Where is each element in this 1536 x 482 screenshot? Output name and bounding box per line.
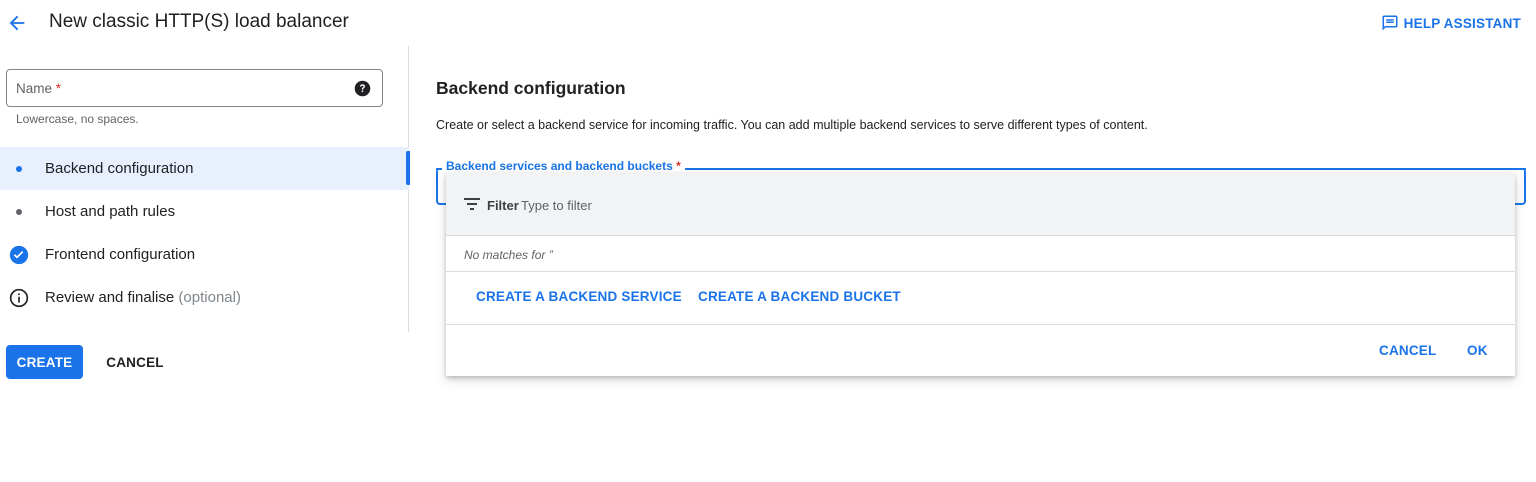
page-header: New classic HTTP(S) load balancer HELP A… (0, 0, 1536, 46)
info-icon (9, 288, 29, 307)
cancel-button[interactable]: CANCEL (95, 345, 175, 379)
dot-icon (9, 202, 29, 222)
create-backend-service-button[interactable]: CREATE A BACKEND SERVICE (476, 289, 682, 304)
arrow-left-icon[interactable] (6, 12, 28, 34)
section-description: Create or select a backend service for i… (436, 118, 1148, 132)
help-icon[interactable] (354, 80, 371, 97)
filter-label: Filter (487, 198, 519, 213)
name-hint: Lowercase, no spaces. (16, 112, 139, 126)
help-assistant-button[interactable]: HELP ASSISTANT (1381, 13, 1521, 33)
dropdown-cancel-button[interactable]: CANCEL (1379, 343, 1436, 358)
step-frontend-configuration[interactable]: Frontend configuration (0, 233, 409, 276)
select-outline-top (685, 168, 1526, 170)
create-backend-bucket-button[interactable]: CREATE A BACKEND BUCKET (698, 289, 901, 304)
dot-icon (9, 159, 29, 179)
step-host-and-path-rules[interactable]: Host and path rules (0, 190, 409, 233)
dropdown-ok-button[interactable]: OK (1467, 343, 1488, 358)
filter-icon (464, 198, 480, 210)
page-title: New classic HTTP(S) load balancer (49, 11, 349, 32)
divider (446, 271, 1515, 272)
step-backend-configuration[interactable]: Backend configuration (0, 147, 410, 190)
optional-label: (optional) (178, 289, 241, 306)
left-panel: Name * Lowercase, no spaces. Backend con… (0, 46, 410, 332)
step-label: Frontend configuration (45, 246, 196, 263)
help-assistant-label: HELP ASSISTANT (1403, 15, 1521, 31)
filter-bar: Filter (446, 173, 1515, 236)
name-field[interactable]: Name * (6, 69, 383, 107)
filter-input[interactable] (521, 194, 1121, 216)
required-mark: * (55, 81, 62, 96)
step-label: Host and path rules (45, 203, 176, 220)
create-button[interactable]: CREATE (6, 345, 83, 379)
step-review-and-finalise[interactable]: Review and finalise (optional) (0, 276, 409, 319)
select-outline-top (436, 168, 442, 170)
section-title: Backend configuration (436, 78, 626, 98)
check-circle-icon (9, 245, 29, 264)
step-label: Review and finalise (optional) (45, 289, 241, 306)
divider (446, 324, 1515, 325)
step-label: Backend configuration (45, 160, 194, 177)
feedback-icon (1382, 15, 1398, 31)
stepper: Backend configuration Host and path rule… (0, 147, 410, 319)
backend-services-select-label: Backend services and backend buckets * (445, 159, 683, 173)
name-field-label: Name * (16, 81, 62, 96)
required-mark: * (676, 159, 681, 173)
backend-select-dropdown: Filter No matches for ” CREATE A BACKEND… (446, 173, 1515, 376)
no-matches-message: No matches for ” (464, 248, 553, 262)
